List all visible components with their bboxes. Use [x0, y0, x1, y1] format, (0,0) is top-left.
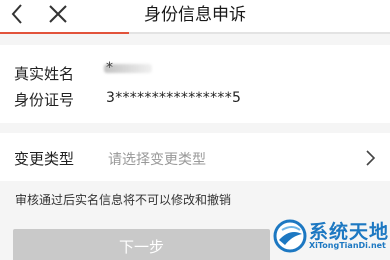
id-value: 3****************5	[106, 90, 242, 106]
progress-fill	[0, 32, 129, 34]
page-title: 身份信息申诉	[144, 5, 246, 25]
watermark-text: 系统天地	[309, 221, 390, 243]
watermark-logo: 系统天地 XiTongTianDi.net	[272, 214, 390, 260]
progress-bar	[0, 32, 390, 34]
next-step-label: 下一步	[118, 237, 164, 256]
chevron-right-icon	[362, 149, 378, 167]
name-blur-mask	[104, 64, 152, 73]
nav-bar: 身份信息申诉	[0, 0, 390, 34]
logo-icon	[273, 219, 307, 253]
change-type-select[interactable]: 请选择变更类型	[108, 149, 206, 169]
identity-info-card: 真实姓名 * 身份证号 3****************5	[0, 45, 390, 123]
watermark-url: XiTongTianDi.net	[309, 241, 386, 250]
id-label: 身份证号	[14, 91, 75, 109]
change-type-label: 变更类型	[14, 150, 75, 168]
notice-text: 审核通过后实名信息将不可以修改和撤销	[15, 193, 232, 207]
next-step-button[interactable]: 下一步	[13, 229, 270, 260]
change-type-row[interactable]: 变更类型 请选择变更类型	[0, 133, 390, 181]
name-label: 真实姓名	[14, 65, 75, 83]
